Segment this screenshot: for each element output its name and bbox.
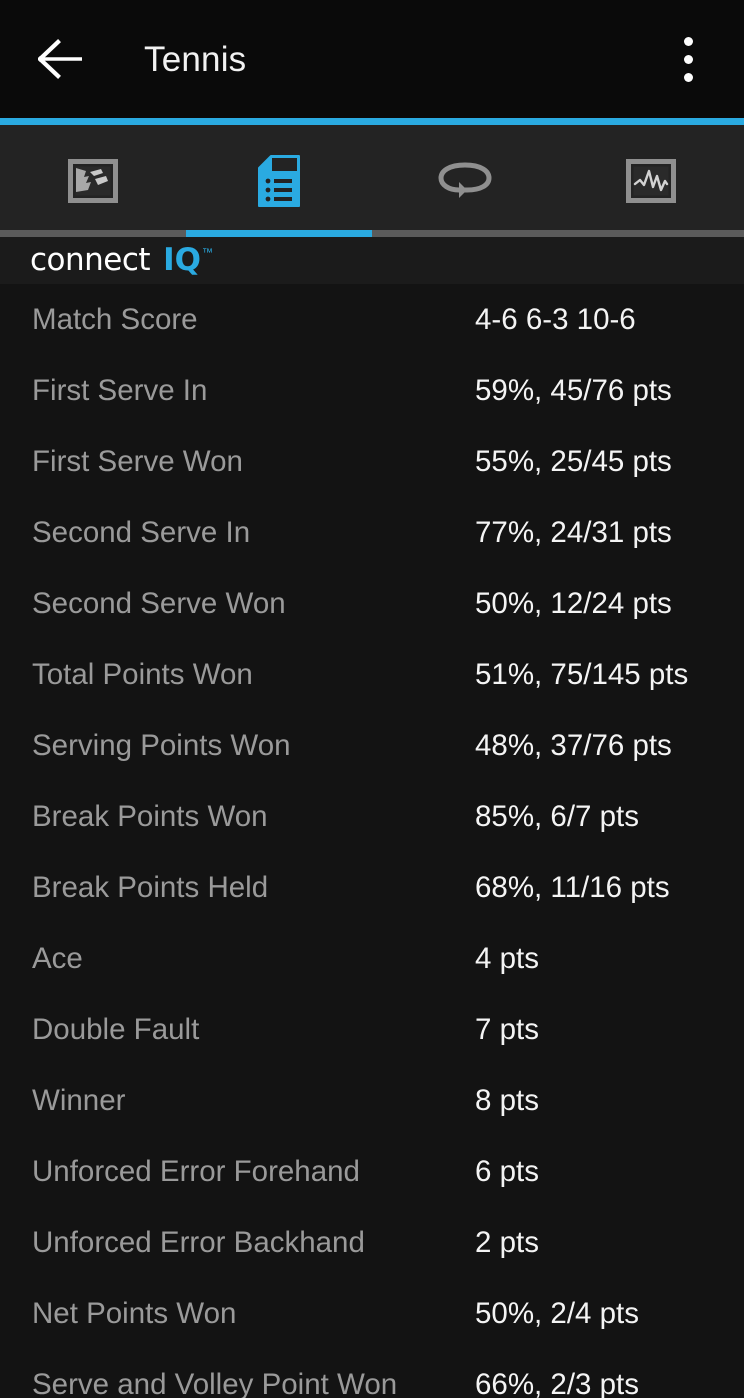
document-list-icon xyxy=(258,155,300,207)
stat-label: Serving Points Won xyxy=(32,728,291,762)
connect-iq-wordmark-connect: connect xyxy=(30,242,151,278)
tab-bar xyxy=(0,125,744,237)
stat-label: Break Points Held xyxy=(32,870,269,904)
stat-row[interactable]: Unforced Error Backhand 2 pts xyxy=(0,1207,744,1278)
stat-row[interactable]: Break Points Won 85%, 6/7 pts xyxy=(0,781,744,852)
connect-iq-wordmark-iq: IQ xyxy=(163,242,201,278)
back-button[interactable] xyxy=(30,28,92,90)
app-bar: Tennis xyxy=(0,0,744,118)
stat-value: 7 pts xyxy=(475,1012,539,1046)
more-vertical-icon-dot xyxy=(683,36,693,46)
stat-row[interactable]: First Serve Won 55%, 25/45 pts xyxy=(0,426,744,497)
stat-label: First Serve Won xyxy=(32,444,243,478)
stat-value: 77%, 24/31 pts xyxy=(475,515,672,549)
stat-label: Second Serve In xyxy=(32,515,251,549)
stat-label: Serve and Volley Point Won xyxy=(32,1367,398,1398)
stat-value: 4 pts xyxy=(475,941,539,975)
tab-underline xyxy=(0,230,744,237)
tab-details[interactable] xyxy=(186,125,372,237)
stat-label: First Serve In xyxy=(32,373,208,407)
connect-iq-banner: connect IQ ™ xyxy=(0,237,744,284)
more-vertical-icon-dot xyxy=(683,54,693,64)
stat-value: 2 pts xyxy=(475,1225,539,1259)
stat-label: Second Serve Won xyxy=(32,586,286,620)
stat-value: 48%, 37/76 pts xyxy=(475,728,672,762)
stats-list[interactable]: Match Score 4-6 6-3 10-6 First Serve In 59%… xyxy=(0,284,744,1398)
stat-value: 85%, 6/7 pts xyxy=(475,799,639,833)
stat-value: 59%, 45/76 pts xyxy=(475,373,672,407)
stat-label: Total Points Won xyxy=(32,657,253,691)
stat-value: 68%, 11/16 pts xyxy=(475,870,670,904)
stat-row[interactable]: Net Points Won 50%, 2/4 pts xyxy=(0,1278,744,1349)
tab-charts[interactable] xyxy=(558,125,744,237)
stat-row[interactable]: Ace 4 pts xyxy=(0,923,744,994)
stat-row[interactable]: Double Fault 7 pts xyxy=(0,994,744,1065)
tab-underline-laps xyxy=(372,230,558,237)
chart-framed-icon xyxy=(626,159,676,203)
stat-row[interactable]: Second Serve Won 50%, 12/24 pts xyxy=(0,568,744,639)
stat-row[interactable]: Unforced Error Forehand 6 pts xyxy=(0,1136,744,1207)
stat-label: Net Points Won xyxy=(32,1296,237,1330)
stat-row[interactable]: Break Points Held 68%, 11/16 pts xyxy=(0,852,744,923)
arrow-left-icon xyxy=(38,39,84,79)
stat-row[interactable]: Serve and Volley Point Won 66%, 2/3 pts xyxy=(0,1349,744,1398)
connect-iq-logo: connect IQ ™ xyxy=(30,245,213,276)
page-title: Tennis xyxy=(144,39,247,79)
loop-arrow-icon xyxy=(437,157,493,205)
stat-label: Winner xyxy=(32,1083,126,1117)
overflow-menu-button[interactable] xyxy=(660,28,716,90)
activity-detail-screen: Tennis connect IQ ™ Match Score 4-6 6-3 … xyxy=(0,0,744,1398)
tab-underline-charts xyxy=(558,230,744,237)
stat-value: 66%, 2/3 pts xyxy=(475,1367,639,1398)
stat-value: 51%, 75/145 pts xyxy=(475,657,689,691)
tab-laps[interactable] xyxy=(372,125,558,237)
stat-value: 8 pts xyxy=(475,1083,539,1117)
more-vertical-icon-dot xyxy=(683,72,693,82)
stat-row[interactable]: Serving Points Won 48%, 37/76 pts xyxy=(0,710,744,781)
map-framed-icon xyxy=(68,159,118,203)
stat-value: 4-6 6-3 10-6 xyxy=(475,302,636,336)
stat-label: Break Points Won xyxy=(32,799,268,833)
stat-value: 6 pts xyxy=(475,1154,539,1188)
stat-label: Ace xyxy=(32,941,83,975)
trademark-symbol: ™ xyxy=(201,247,213,259)
stat-label: Unforced Error Forehand xyxy=(32,1154,360,1188)
stat-value: 50%, 2/4 pts xyxy=(475,1296,639,1330)
stat-row[interactable]: First Serve In 59%, 45/76 pts xyxy=(0,355,744,426)
stat-row[interactable]: Match Score 4-6 6-3 10-6 xyxy=(0,284,744,355)
stat-value: 50%, 12/24 pts xyxy=(475,586,672,620)
stat-label: Double Fault xyxy=(32,1012,200,1046)
stat-value: 55%, 25/45 pts xyxy=(475,444,672,478)
tab-underline-map xyxy=(0,230,186,237)
tab-map[interactable] xyxy=(0,125,186,237)
stat-label: Unforced Error Backhand xyxy=(32,1225,365,1259)
tab-underline-details xyxy=(186,230,372,237)
accent-rule xyxy=(0,118,744,125)
stat-row[interactable]: Total Points Won 51%, 75/145 pts xyxy=(0,639,744,710)
stat-label: Match Score xyxy=(32,302,198,336)
stat-row[interactable]: Second Serve In 77%, 24/31 pts xyxy=(0,497,744,568)
stat-row[interactable]: Winner 8 pts xyxy=(0,1065,744,1136)
